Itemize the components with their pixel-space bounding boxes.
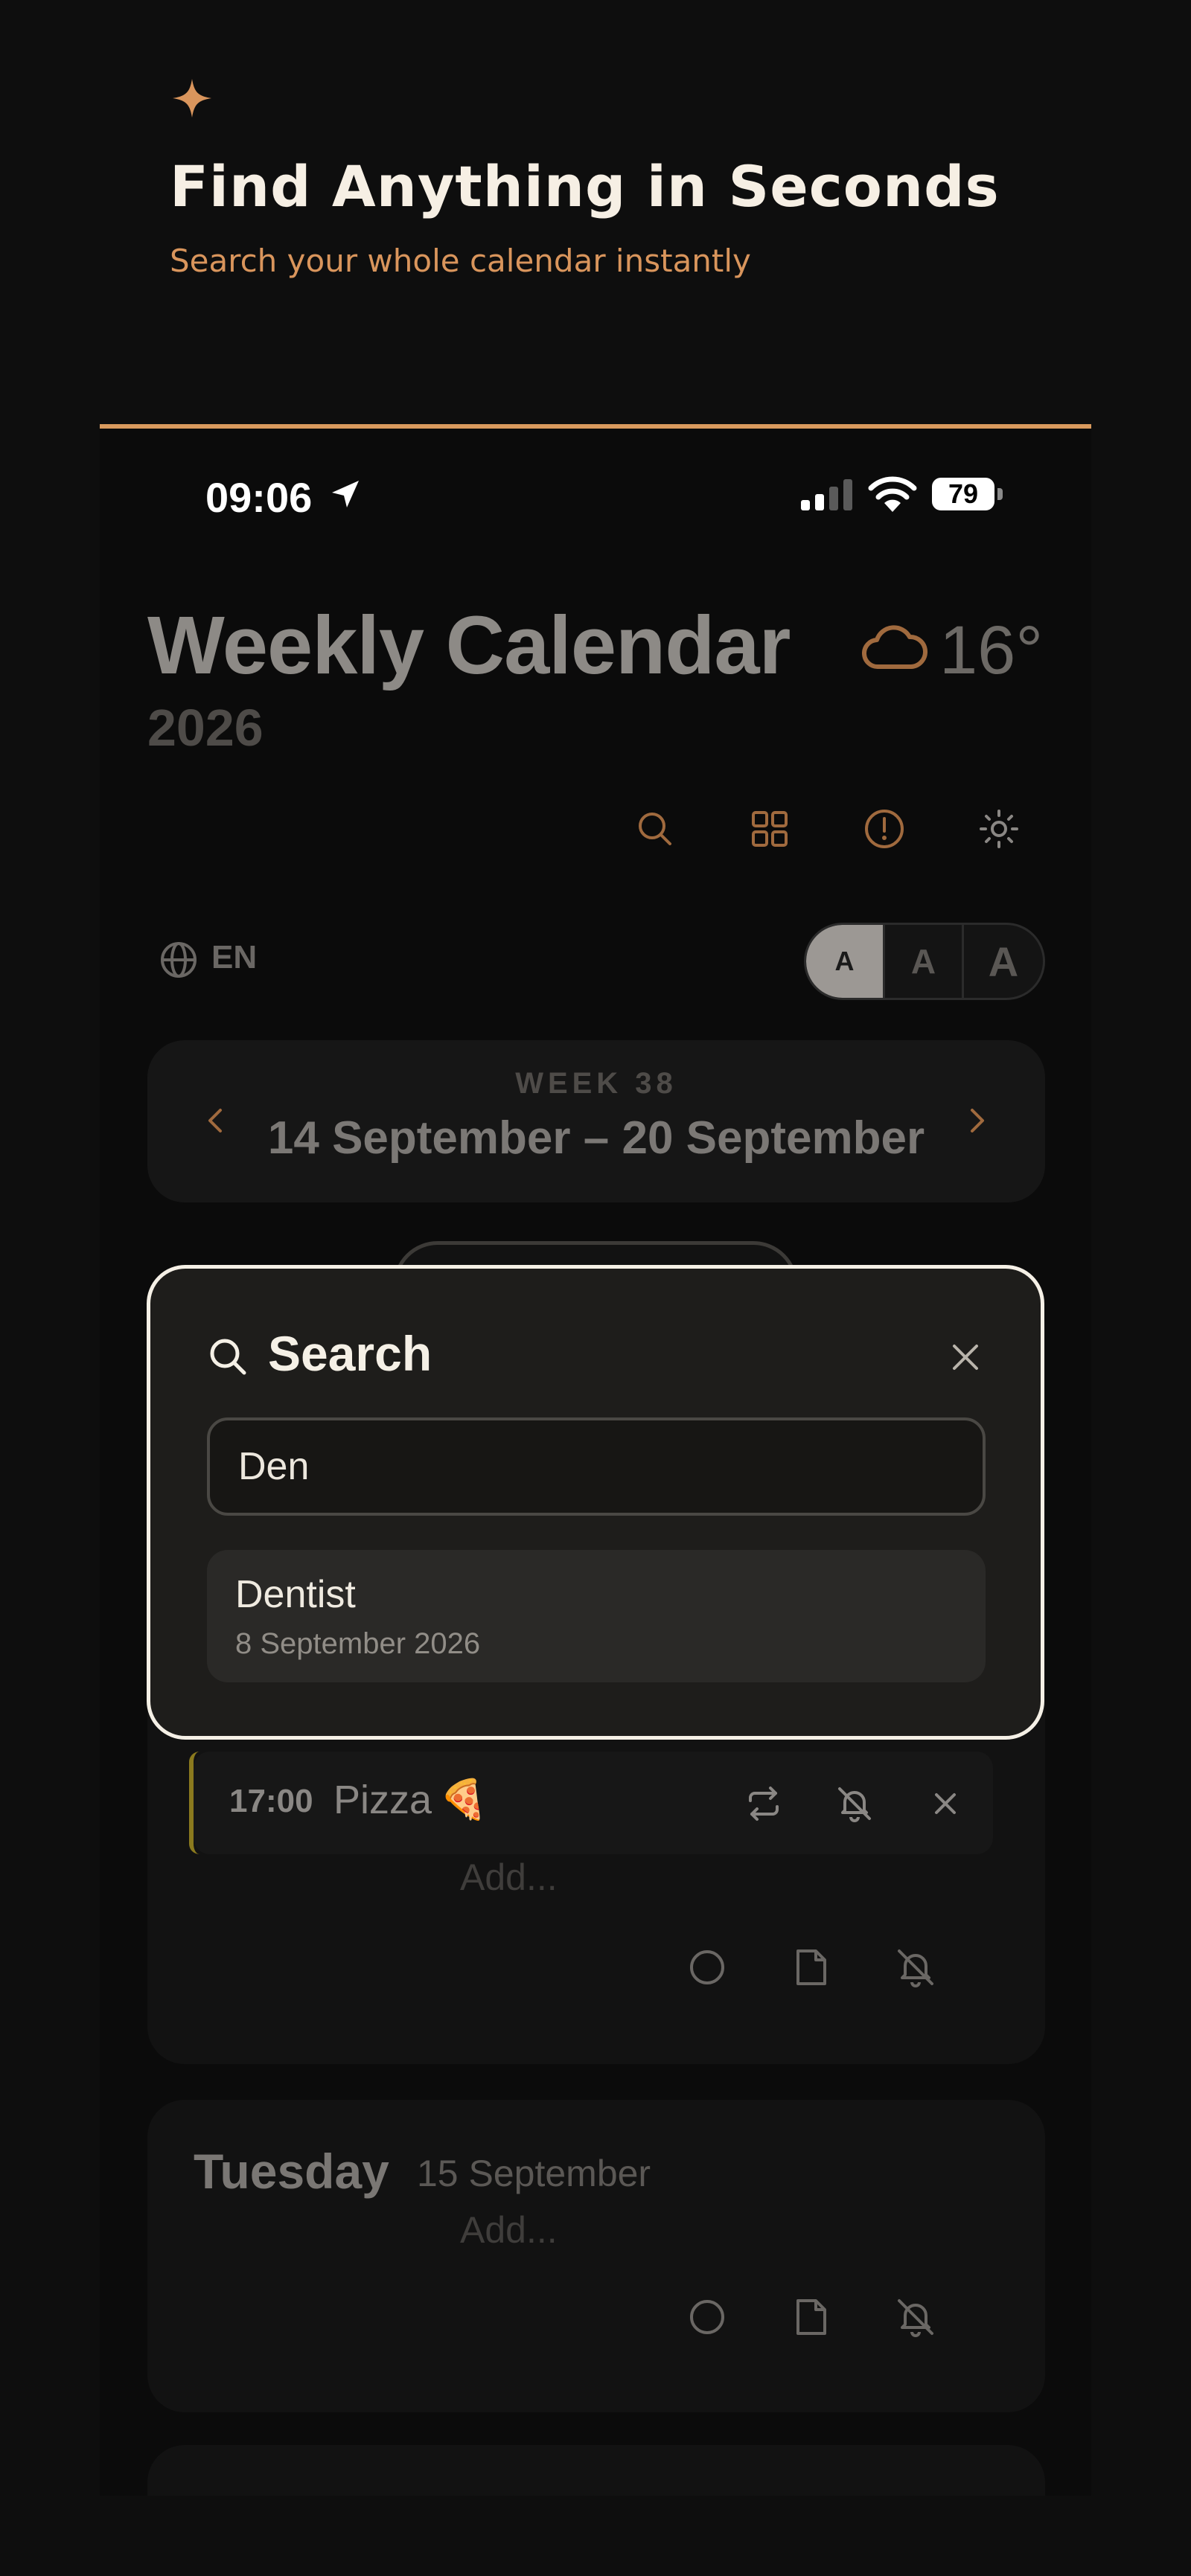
wifi-icon — [868, 476, 917, 512]
grid-icon[interactable] — [747, 807, 792, 851]
battery-level: 79 — [948, 478, 979, 509]
event-time: 17:00 — [229, 1783, 313, 1819]
day-card-tuesday: Tuesday 15 September Add... — [147, 2100, 1045, 2412]
note-icon[interactable] — [789, 1945, 834, 1990]
circle-icon[interactable] — [685, 1945, 729, 1990]
search-result-date: 8 September 2026 — [235, 1627, 481, 1660]
battery-tip — [997, 488, 1003, 500]
add-item-placeholder[interactable]: Add... — [460, 2208, 558, 2252]
app-year: 2026 — [147, 699, 264, 757]
text-size-selector: A A A — [804, 923, 1045, 1000]
close-icon[interactable] — [948, 1340, 983, 1374]
language-selector[interactable]: EN — [159, 935, 301, 982]
globe-icon — [161, 942, 197, 978]
week-navigator: WEEK 38 14 September – 20 September — [147, 1040, 1045, 1202]
week-label: WEEK 38 — [515, 1067, 677, 1100]
day-name: Tuesday — [194, 2144, 389, 2199]
event-title: Pizza — [333, 1778, 432, 1822]
search-result-title: Dentist — [235, 1573, 356, 1616]
search-modal: Search Dentist 8 September 2026 — [147, 1265, 1044, 1740]
circle-icon[interactable] — [685, 2295, 729, 2339]
sun-icon[interactable] — [977, 807, 1021, 851]
alert-icon[interactable] — [862, 807, 907, 851]
signal-icon — [801, 479, 852, 510]
week-range: 14 September – 20 September — [267, 1112, 925, 1164]
battery-icon: 79 — [932, 478, 1005, 512]
status-time: 09:06 — [205, 474, 313, 521]
device-top-border — [100, 424, 1091, 429]
text-size-large-button[interactable]: A — [964, 925, 1043, 998]
weather-temperature: 16° — [939, 612, 1044, 688]
bell-off-icon[interactable] — [893, 1945, 938, 1990]
day-card-wednesday — [147, 2445, 1045, 2496]
event-color-bar — [189, 1752, 199, 1854]
app-title: Weekly Calendar — [147, 600, 791, 691]
add-item-placeholder[interactable]: Add... — [460, 1856, 558, 1899]
close-icon[interactable] — [926, 1784, 965, 1823]
bell-off-icon[interactable] — [893, 2295, 938, 2339]
cloud-icon — [862, 625, 927, 670]
promo-title: Find Anything in Seconds — [170, 153, 1000, 220]
event-row[interactable]: 17:00 Pizza 🍕 — [189, 1752, 993, 1854]
promo-subtitle: Search your whole calendar instantly — [170, 243, 751, 279]
search-input[interactable] — [207, 1417, 986, 1516]
location-arrow-icon — [332, 481, 359, 507]
search-result-item[interactable]: Dentist 8 September 2026 — [207, 1550, 986, 1682]
sparkle-icon — [173, 79, 211, 118]
day-date: 15 September — [417, 2153, 651, 2194]
bell-off-icon[interactable] — [835, 1784, 874, 1823]
chevron-right-icon[interactable] — [960, 1104, 993, 1137]
event-emoji: 🍕 — [439, 1778, 488, 1822]
search-icon — [210, 1339, 246, 1375]
repeat-icon[interactable] — [744, 1784, 783, 1823]
text-size-medium-button[interactable]: A — [885, 925, 964, 998]
search-icon[interactable] — [633, 807, 677, 851]
note-icon[interactable] — [789, 2295, 834, 2339]
search-modal-title: Search — [268, 1326, 432, 1381]
language-label: EN — [211, 939, 258, 975]
text-size-small-button[interactable]: A — [806, 925, 885, 998]
